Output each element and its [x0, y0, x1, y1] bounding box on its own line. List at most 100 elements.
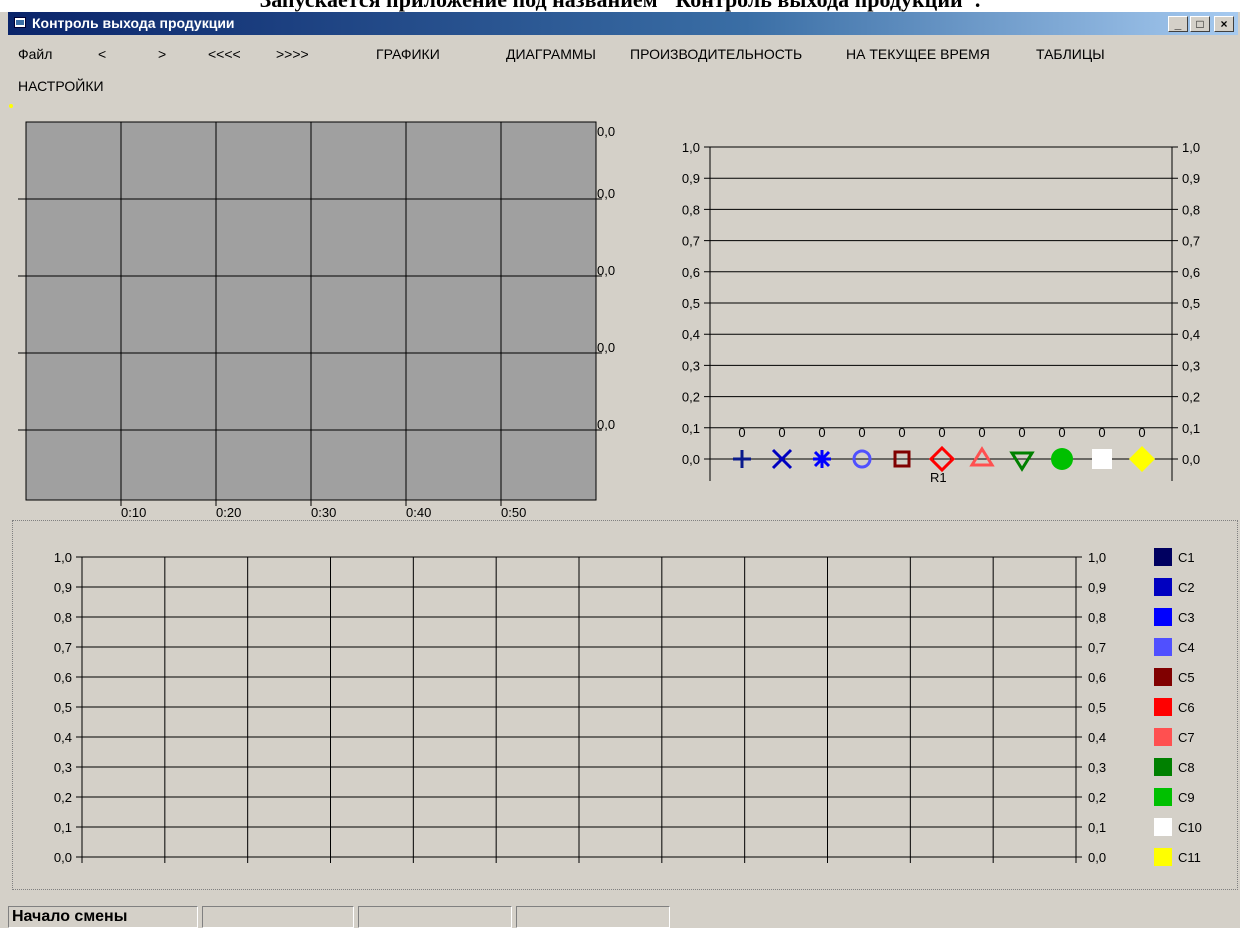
legend-label: C6	[1178, 700, 1195, 715]
y-tick-label-right: 0,3	[1088, 760, 1106, 775]
legend-swatch	[1154, 608, 1172, 626]
y-tick-label: 0,0	[597, 417, 615, 432]
y-tick-label: 0,0	[597, 340, 615, 355]
y-tick-label-left: 0,0	[54, 850, 72, 865]
x-tick-label: 0:30	[311, 505, 336, 520]
y-tick-label-left: 0,2	[682, 390, 700, 405]
y-tick-label-left: 0,5	[682, 296, 700, 311]
y-tick-label-right: 0,2	[1182, 390, 1200, 405]
data-label: 0	[1138, 425, 1145, 440]
legend-label: C10	[1178, 820, 1202, 835]
data-label: 0	[818, 425, 825, 440]
window-title: Контроль выхода продукции	[32, 15, 235, 31]
data-label: 0	[778, 425, 785, 440]
app-icon	[14, 17, 26, 28]
y-tick-label-right: 0,8	[1182, 202, 1200, 217]
y-tick-label-right: 0,6	[1088, 670, 1106, 685]
y-tick-label-left: 0,3	[54, 760, 72, 775]
menu-current-time[interactable]: НА ТЕКУЩЕЕ ВРЕМЯ	[846, 46, 990, 62]
productivity-chart: 1,0 1,0 0,9 0,9 0,8 0,8 0,7 0,7 0,6 0,6 0,5 0,5 0,4 0…	[54, 548, 1202, 866]
legend-label: C11	[1178, 850, 1201, 865]
y-tick-label-right: 0,9	[1088, 580, 1106, 595]
data-label: 0	[938, 425, 945, 440]
legend-swatch	[1154, 848, 1172, 866]
legend-swatch	[1154, 698, 1172, 716]
legend-swatch	[1154, 818, 1172, 836]
legend-swatch	[1154, 638, 1172, 656]
marker-triangle-down	[1009, 451, 1035, 472]
marker-filled-circle	[1051, 448, 1073, 470]
y-tick-label-left: 0,9	[54, 580, 72, 595]
y-tick-label-left: 0,9	[682, 171, 700, 186]
marker-plus	[733, 450, 751, 468]
legend-swatch	[1154, 548, 1172, 566]
marker-filled-diamond	[1129, 446, 1155, 472]
menu-charts[interactable]: ГРАФИКИ	[376, 46, 440, 62]
legend-swatch	[1154, 788, 1172, 806]
minimize-button[interactable]: _	[1168, 16, 1188, 32]
legend-swatch	[1154, 758, 1172, 776]
y-tick-label-right: 0,9	[1182, 171, 1200, 186]
y-tick-label: 0,0	[597, 263, 615, 278]
y-tick-label-left: 0,8	[682, 202, 700, 217]
history-chart: 0,0 0,0 0,0 0,0 0,0 0:10 0:20 0:30 0:40 0:50	[9, 104, 615, 520]
data-label: 0	[1098, 425, 1105, 440]
menu-diagrams[interactable]: ДИАГРАММЫ	[506, 46, 596, 62]
menu-next[interactable]: >	[158, 46, 166, 62]
marker-asterisk	[813, 450, 831, 468]
y-tick-label-left: 0,7	[54, 640, 72, 655]
x-tick-label: 0:10	[121, 505, 146, 520]
menu-last[interactable]: >>>>	[276, 46, 309, 62]
status-cell-3	[358, 906, 512, 928]
y-tick-label-right: 0,0	[1088, 850, 1106, 865]
y-tick-label-left: 0,2	[54, 790, 72, 805]
y-tick-label: 0,0	[597, 124, 615, 139]
legend-label: C7	[1178, 730, 1195, 745]
y-tick-label-right: 0,6	[1182, 265, 1200, 280]
y-tick-label-right: 0,2	[1088, 790, 1106, 805]
menu-file[interactable]: Файл	[18, 46, 52, 62]
document-heading: Запускается приложение под названием "Ко…	[0, 0, 1240, 12]
data-label: 0	[1018, 425, 1025, 440]
legend-label: C5	[1178, 670, 1195, 685]
menu-settings[interactable]: НАСТРОЙКИ	[18, 78, 104, 94]
data-label: 0	[858, 425, 865, 440]
y-tick-label-right: 0,7	[1088, 640, 1106, 655]
yellow-marker	[9, 104, 13, 108]
legend-label: C1	[1178, 550, 1195, 565]
legend-swatch	[1154, 668, 1172, 686]
x-tick-label: 0:40	[406, 505, 431, 520]
close-button[interactable]: ×	[1214, 16, 1234, 32]
y-tick-label-left: 0,1	[682, 421, 700, 436]
y-tick-label-left: 0,6	[682, 265, 700, 280]
y-tick-label-left: 1,0	[54, 550, 72, 565]
y-tick-label-right: 0,1	[1088, 820, 1106, 835]
marker-filled-square	[1092, 449, 1112, 469]
legend-label: C9	[1178, 790, 1195, 805]
data-label: 0	[1058, 425, 1065, 440]
y-tick-label-right: 0,5	[1182, 296, 1200, 311]
y-tick-label-left: 0,1	[54, 820, 72, 835]
y-tick-label-left: 0,0	[682, 452, 700, 467]
realtime-chart: 1,0 1,0 0,9 0,9 0,8 0,8 0,7 0,7 0,6 0,6 0,5 0,5 0,4 0…	[682, 140, 1200, 485]
y-tick-label-left: 0,6	[54, 670, 72, 685]
y-tick-label: 0,0	[597, 186, 615, 201]
y-tick-label-right: 0,7	[1182, 234, 1200, 249]
window-titlebar[interactable]: Контроль выхода продукции _ □ ×	[8, 12, 1238, 35]
status-cell-2	[202, 906, 354, 928]
status-cell-4	[516, 906, 670, 928]
legend-swatch	[1154, 578, 1172, 596]
legend-label: C3	[1178, 610, 1195, 625]
menu-tables[interactable]: ТАБЛИЦЫ	[1036, 46, 1105, 62]
y-tick-label-right: 0,3	[1182, 358, 1200, 373]
maximize-button[interactable]: □	[1190, 16, 1210, 32]
menu-productivity[interactable]: ПРОИЗВОДИТЕЛЬНОСТЬ	[630, 46, 802, 62]
legend-swatch	[1154, 728, 1172, 746]
y-tick-label-right: 0,5	[1088, 700, 1106, 715]
menu-prev[interactable]: <	[98, 46, 106, 62]
y-tick-label-right: 0,8	[1088, 610, 1106, 625]
marker-triangle-up	[969, 446, 995, 467]
y-tick-label-right: 0,4	[1088, 730, 1106, 745]
menu-first[interactable]: <<<<	[208, 46, 241, 62]
y-tick-label-left: 0,7	[682, 234, 700, 249]
